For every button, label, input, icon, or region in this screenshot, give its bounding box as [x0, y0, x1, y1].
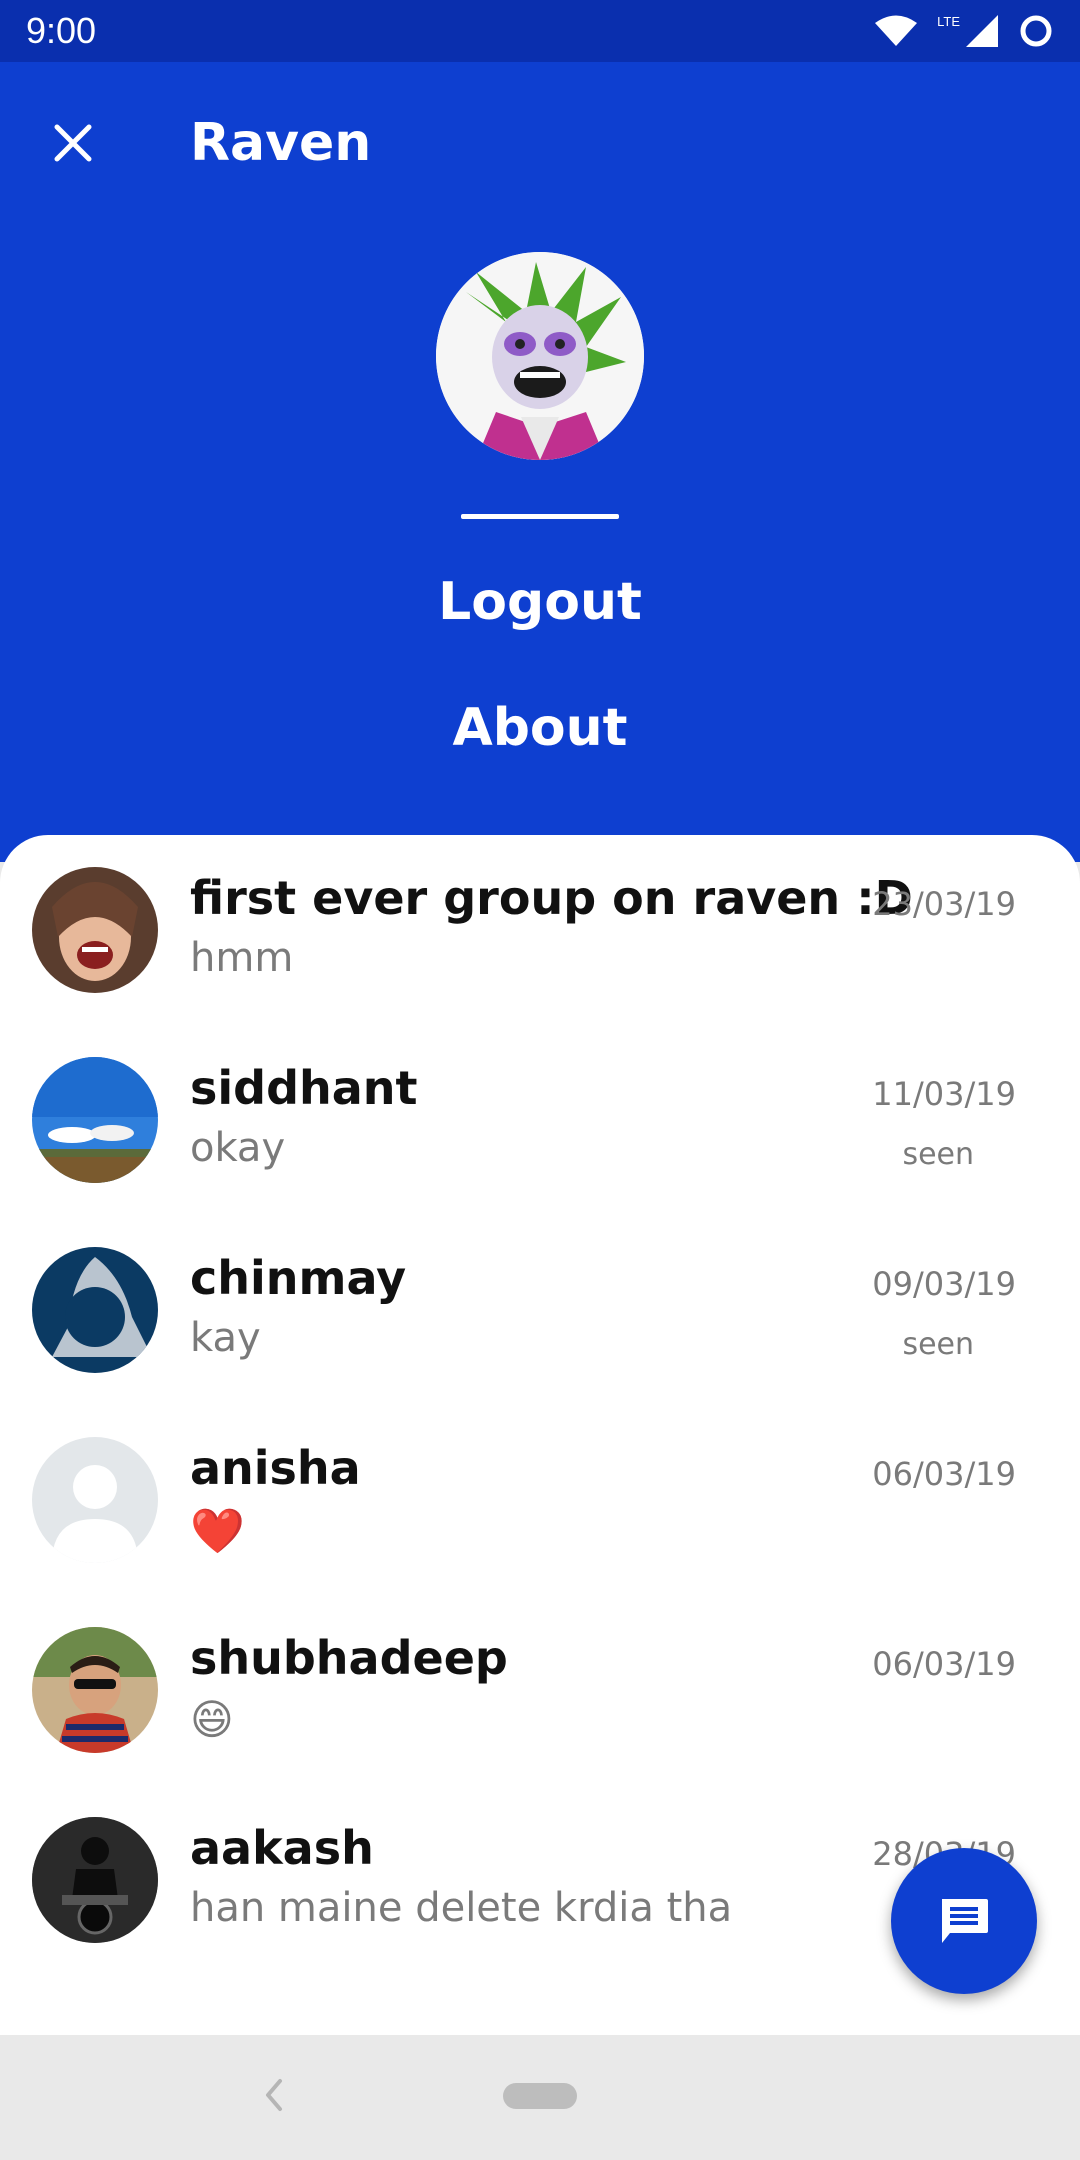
person-avatar-image [32, 1627, 158, 1753]
chat-name: chinmay [190, 1251, 407, 1305]
chat-row[interactable]: first ever group on raven :D hmm 23/03/1… [0, 835, 1080, 1025]
circle-icon [1020, 15, 1052, 47]
biker-avatar-image [32, 1817, 158, 1943]
chat-row[interactable]: chinmay kay 09/03/19 seen [0, 1215, 1080, 1405]
chat-date: 06/03/19 [872, 1455, 1016, 1493]
group-avatar-image [32, 867, 158, 993]
chat-avatar [32, 1817, 158, 1943]
chat-row[interactable]: anisha ❤️ 06/03/19 [0, 1405, 1080, 1595]
chat-last-message: okay [190, 1125, 286, 1171]
default-avatar-icon [32, 1437, 158, 1563]
chat-seen-status: seen [902, 1137, 974, 1172]
system-nav-bar [0, 2035, 1080, 2160]
chat-last-message: 😄 [190, 1695, 234, 1744]
chat-name: aakash [190, 1821, 374, 1875]
chat-date: 23/03/19 [872, 885, 1016, 923]
profile-picture [436, 252, 644, 460]
chat-date: 09/03/19 [872, 1265, 1016, 1303]
chat-avatar [32, 1057, 158, 1183]
chat-last-message: han maine delete krdia tha [190, 1885, 733, 1931]
back-icon[interactable] [258, 2073, 288, 2117]
network-type-label: LTE [937, 13, 960, 29]
shark-avatar-image [32, 1247, 158, 1373]
chat-avatar [32, 1437, 158, 1563]
home-pill[interactable] [503, 2083, 577, 2109]
chat-name: anisha [190, 1441, 361, 1495]
profile-header: Raven Logout About [0, 62, 1080, 862]
chat-row[interactable]: siddhant okay 11/03/19 seen [0, 1025, 1080, 1215]
status-bar: 9:00 LTE [0, 0, 1080, 62]
wifi-icon [875, 15, 918, 46]
status-icons: LTE [873, 13, 1054, 49]
close-button[interactable] [36, 106, 110, 180]
chat-name: first ever group on raven :D [190, 871, 913, 925]
chat-avatar [32, 867, 158, 993]
about-button[interactable]: About [0, 698, 1080, 758]
chat-avatar [32, 1627, 158, 1753]
header-divider [461, 514, 619, 519]
chat-date: 11/03/19 [872, 1075, 1016, 1113]
logout-button[interactable]: Logout [0, 572, 1080, 632]
chat-name: shubhadeep [190, 1631, 508, 1685]
status-time: 9:00 [26, 10, 97, 51]
chat-last-message: hmm [190, 935, 294, 981]
chat-seen-status: seen [902, 1327, 974, 1362]
chat-avatar [32, 1247, 158, 1373]
profile-avatar[interactable] [436, 252, 644, 460]
chat-list: first ever group on raven :D hmm 23/03/1… [0, 835, 1080, 2035]
chat-row[interactable]: shubhadeep 😄 06/03/19 [0, 1595, 1080, 1785]
chat-date: 06/03/19 [872, 1645, 1016, 1683]
close-icon [54, 124, 92, 162]
new-message-button[interactable] [891, 1848, 1037, 1994]
sky-avatar-image [32, 1057, 158, 1183]
chat-last-message: ❤️ [190, 1506, 245, 1557]
chat-last-message: kay [190, 1315, 261, 1361]
message-icon [942, 1899, 988, 1943]
signal-icon [966, 15, 998, 47]
chat-name: siddhant [190, 1061, 418, 1115]
app-title: Raven [190, 113, 372, 173]
